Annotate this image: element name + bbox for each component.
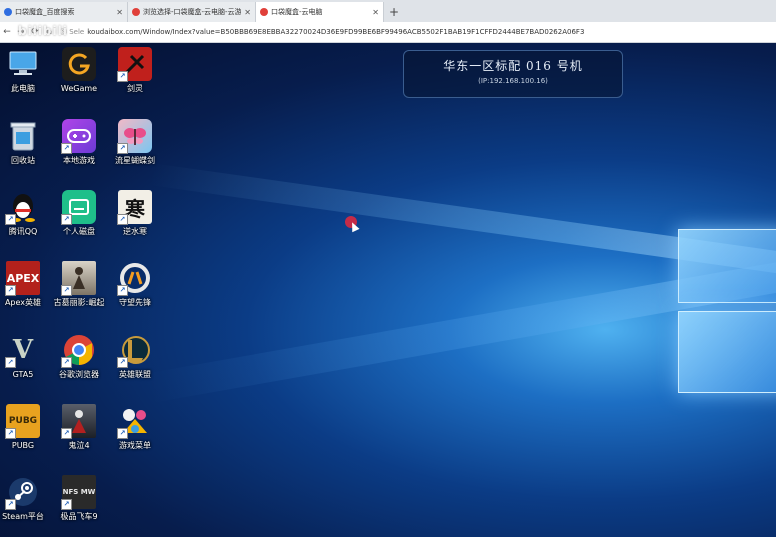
tomb-raider-icon: ↗ <box>61 261 96 296</box>
desktop-icon-label: 本地游戏 <box>63 156 95 165</box>
browser-tab-bar: 口袋魔盒_百度搜索 ✕ 浏览选择-口袋魔盒-云电脑-云游戏 ✕ 口袋魔盒-云电脑… <box>0 0 776 22</box>
desktop-icon-label: 极品飞车9 <box>60 512 98 521</box>
desktop-icon-label: 回收站 <box>11 156 35 165</box>
tab-label: 口袋魔盒_百度搜索 <box>15 8 75 16</box>
desktop-icon-game-menu[interactable]: ↗ 游戏菜单 <box>106 404 164 451</box>
butterfly-sword-icon: ↗ <box>117 119 152 154</box>
desktop-icon-steam[interactable]: ↗ Steam平台 <box>0 475 52 522</box>
desktop-icon-label: 腾讯QQ <box>8 227 38 236</box>
apex-icon: APEX ↗ <box>5 261 40 296</box>
close-icon[interactable]: ✕ <box>372 8 379 17</box>
gta5-icon: V ↗ <box>5 333 40 368</box>
personal-disk-icon: ↗ <box>61 190 96 225</box>
desktop-icon-label: PUBG <box>11 441 35 450</box>
desktop-icon-label: WeGame <box>60 84 98 93</box>
desktop-icon-gta5[interactable]: V ↗ GTA5 <box>0 333 52 380</box>
qq-icon: ↗ <box>5 190 40 225</box>
koudai-icon <box>260 8 268 16</box>
close-icon[interactable]: ✕ <box>244 8 251 17</box>
desktop-icon-pubg[interactable]: PUBG ↗ PUBG <box>0 404 52 451</box>
server-info-panel: 华东一区标配 016 号机 (IP:192.168.100.16) <box>403 50 623 98</box>
desktop-icon-blade-soul[interactable]: ↗ 剑灵 <box>106 47 164 94</box>
recycle-bin-icon <box>6 119 40 153</box>
desktop-icon-wegame[interactable]: WeGame <box>50 47 108 94</box>
devil-may-cry-icon: ↗ <box>61 404 96 439</box>
server-title: 华东一区标配 016 号机 <box>443 59 583 73</box>
address-bar: ← → ⟳ ⌂ Ⓢ Sele koudaibox.com/Window/Inde… <box>0 22 776 43</box>
desktop-icon-dmc4[interactable]: ↗ 鬼泣4 <box>50 404 108 451</box>
remote-desktop[interactable]: 华东一区标配 016 号机 (IP:192.168.100.16) 此电脑 回收… <box>0 43 776 537</box>
apex-logo-text: APEX <box>6 271 40 285</box>
desktop-icon-label: 游戏菜单 <box>119 441 151 450</box>
back-icon[interactable]: ← <box>0 27 14 37</box>
windows-logo-wallpaper <box>678 229 776 399</box>
desktop-icon-label: 此电脑 <box>11 84 35 93</box>
mouse-cursor-icon <box>345 216 360 233</box>
desktop-icon-label: 守望先锋 <box>119 298 151 307</box>
desktop-icon-butterfly-sword[interactable]: ↗ 流星蝴蝶剑 <box>106 119 164 166</box>
desktop-icon-personal-disk[interactable]: ↗ 个人磁盘 <box>50 190 108 237</box>
desktop-icon-label: 剑灵 <box>127 84 143 93</box>
tab-baidu-search[interactable]: 口袋魔盒_百度搜索 ✕ <box>0 2 128 22</box>
new-tab-button[interactable]: + <box>384 2 404 22</box>
desktop-icon-local-games[interactable]: ↗ 本地游戏 <box>50 119 108 166</box>
nfs-logo-text: NFS MW <box>62 488 96 496</box>
computer-icon <box>6 47 40 81</box>
tab-label: 浏览选择-口袋魔盒-云电脑-云游戏 <box>143 8 242 16</box>
game-menu-icon: ↗ <box>117 404 152 439</box>
desktop-icon-tomb-raider[interactable]: ↗ 古墓丽影:崛起 <box>50 261 108 308</box>
desktop-icon-label: 鬼泣4 <box>68 441 90 450</box>
desktop-icon-label: GTA5 <box>12 370 34 379</box>
blade-soul-icon: ↗ <box>117 47 152 82</box>
desktop-icon-label: 逆水寒 <box>123 227 147 236</box>
desktop-icon-nfs9[interactable]: NFS MW ↗ 极品飞车9 <box>50 475 108 522</box>
nishuihan-logo-text: 寒 <box>125 196 145 221</box>
desktop-icon-this-pc[interactable]: 此电脑 <box>0 47 52 94</box>
url-input[interactable]: koudaibox.com/Window/Index?value=B50BBB6… <box>87 28 584 36</box>
bilibili-watermark: bilibili <box>18 24 68 38</box>
tab-cloud-pc[interactable]: 口袋魔盒-云电脑 ✕ <box>256 2 384 22</box>
server-ip: (IP:192.168.100.16) <box>478 77 548 85</box>
desktop-icon-nishuihan[interactable]: 寒 ↗ 逆水寒 <box>106 190 164 237</box>
desktop-icon-lol[interactable]: ↗ 英雄联盟 <box>106 333 164 380</box>
baidu-icon <box>4 8 12 16</box>
desktop-icon-label: 谷歌浏览器 <box>59 370 99 379</box>
nfs-icon: NFS MW ↗ <box>61 475 96 510</box>
close-icon[interactable]: ✕ <box>116 8 123 17</box>
desktop-icon-apex[interactable]: APEX ↗ Apex英雄 <box>0 261 52 308</box>
desktop-icon-qq[interactable]: ↗ 腾讯QQ <box>0 190 52 237</box>
desktop-icon-overwatch[interactable]: ↗ 守望先锋 <box>106 261 164 308</box>
desktop-icon-label: 英雄联盟 <box>119 370 151 379</box>
local-games-icon: ↗ <box>61 119 96 154</box>
koudai-icon <box>132 8 140 16</box>
pubg-icon: PUBG ↗ <box>5 404 40 439</box>
lol-icon: ↗ <box>117 333 152 368</box>
tab-browser-select[interactable]: 浏览选择-口袋魔盒-云电脑-云游戏 ✕ <box>128 2 256 22</box>
desktop-icon-recycle-bin[interactable]: 回收站 <box>0 119 52 166</box>
steam-icon: ↗ <box>5 475 40 510</box>
desktop-icon-label: 古墓丽影:崛起 <box>53 298 105 307</box>
desktop-icon-label: Steam平台 <box>2 512 44 521</box>
pubg-logo-text: PUBG <box>8 416 38 426</box>
desktop-icon-label: 流星蝴蝶剑 <box>115 156 155 165</box>
wegame-icon <box>62 47 96 81</box>
desktop-icon-label: Apex英雄 <box>4 298 42 307</box>
tab-label: 口袋魔盒-云电脑 <box>271 8 323 16</box>
nishuihan-icon: 寒 ↗ <box>117 190 152 225</box>
overwatch-icon: ↗ <box>117 261 152 296</box>
desktop-icon-chrome[interactable]: ↗ 谷歌浏览器 <box>50 333 108 380</box>
chrome-icon: ↗ <box>61 333 96 368</box>
desktop-icon-label: 个人磁盘 <box>63 227 95 236</box>
